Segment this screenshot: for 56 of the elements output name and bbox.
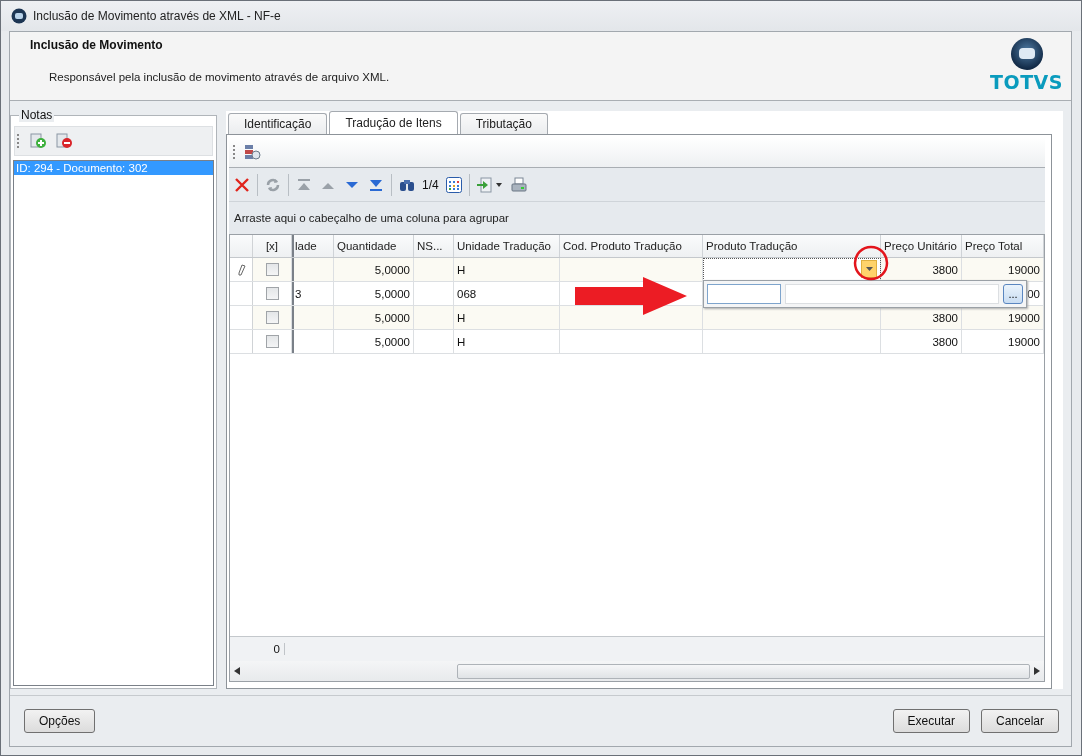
dialog-button[interactable]: Cancelar	[980, 709, 1059, 733]
column-header[interactable]: Preço Unitário	[881, 235, 962, 257]
row-indicator[interactable]	[230, 258, 253, 281]
column-header[interactable]: [x]	[253, 235, 292, 257]
print-icon[interactable]	[509, 175, 528, 194]
table-cell: 5,0000	[334, 306, 414, 329]
group-hint: Arraste aqui o cabeçalho de uma coluna para agrupar	[229, 201, 1045, 234]
checkbox[interactable]	[265, 263, 279, 276]
scroll-right-icon	[1034, 667, 1040, 675]
logo-icon	[1009, 37, 1044, 71]
caret-icon	[865, 267, 873, 271]
horizontal-scrollbar[interactable]	[230, 661, 1044, 681]
column-header[interactable]: Cod. Produto Tradução	[560, 235, 703, 257]
browse-button[interactable]: ...	[1003, 284, 1023, 304]
column-header[interactable]: Quantidade	[334, 235, 414, 257]
delete-icon[interactable]	[233, 175, 251, 194]
window-title: Inclusão de Movimento através de XML - NF-e	[33, 9, 281, 23]
code-field[interactable]	[707, 284, 781, 304]
column-header[interactable]: Preço Total	[962, 235, 1044, 257]
table-cell: 19000	[962, 330, 1044, 353]
summary-count: 0	[230, 643, 285, 655]
panel-title: Notas	[19, 108, 55, 122]
description-field[interactable]	[785, 284, 999, 304]
tab[interactable]: Tradução de Itens	[329, 111, 458, 134]
header-title: Inclusão de Movimento	[30, 38, 164, 52]
checkbox[interactable]	[265, 335, 279, 348]
export-icon[interactable]	[475, 175, 504, 194]
column-header[interactable]: NS...	[414, 235, 454, 257]
header-description: Responsável pela inclusão de movimento através de arquivo XML.	[49, 71, 390, 83]
remove-document-icon[interactable]	[55, 132, 73, 150]
dialog-button[interactable]: Opções	[24, 709, 96, 733]
add-document-icon[interactable]	[29, 132, 47, 150]
dialog-button[interactable]: Executar	[892, 709, 970, 733]
dropdown-button[interactable]	[861, 260, 877, 278]
record-counter: 1/4	[422, 177, 439, 192]
columns-icon[interactable]	[243, 143, 261, 161]
table-cell: 3800	[881, 330, 962, 353]
app-icon	[11, 8, 27, 24]
scroll-left-icon	[234, 667, 240, 675]
tab[interactable]: Tributação	[459, 113, 548, 134]
checkbox[interactable]	[265, 287, 279, 300]
table-cell: 5,0000	[334, 282, 414, 305]
table-cell: 5,0000	[334, 258, 414, 281]
column-header[interactable]: Unidade Tradução	[454, 235, 560, 257]
table-cell: H	[454, 306, 560, 329]
grid-layout-icon[interactable]	[444, 175, 463, 194]
table-cell: H	[454, 330, 560, 353]
logo-text: TOTVS	[990, 71, 1063, 93]
row-indicator[interactable]	[230, 306, 253, 329]
column-header[interactable]: Produto Tradução	[703, 235, 881, 257]
table-cell: 068	[454, 282, 560, 305]
scroll-thumb[interactable]	[457, 663, 1030, 679]
table-cell: 5,0000	[334, 330, 414, 353]
tab[interactable]: Identificação	[228, 113, 328, 134]
table-cell: H	[454, 258, 560, 281]
checkbox[interactable]	[265, 311, 279, 324]
